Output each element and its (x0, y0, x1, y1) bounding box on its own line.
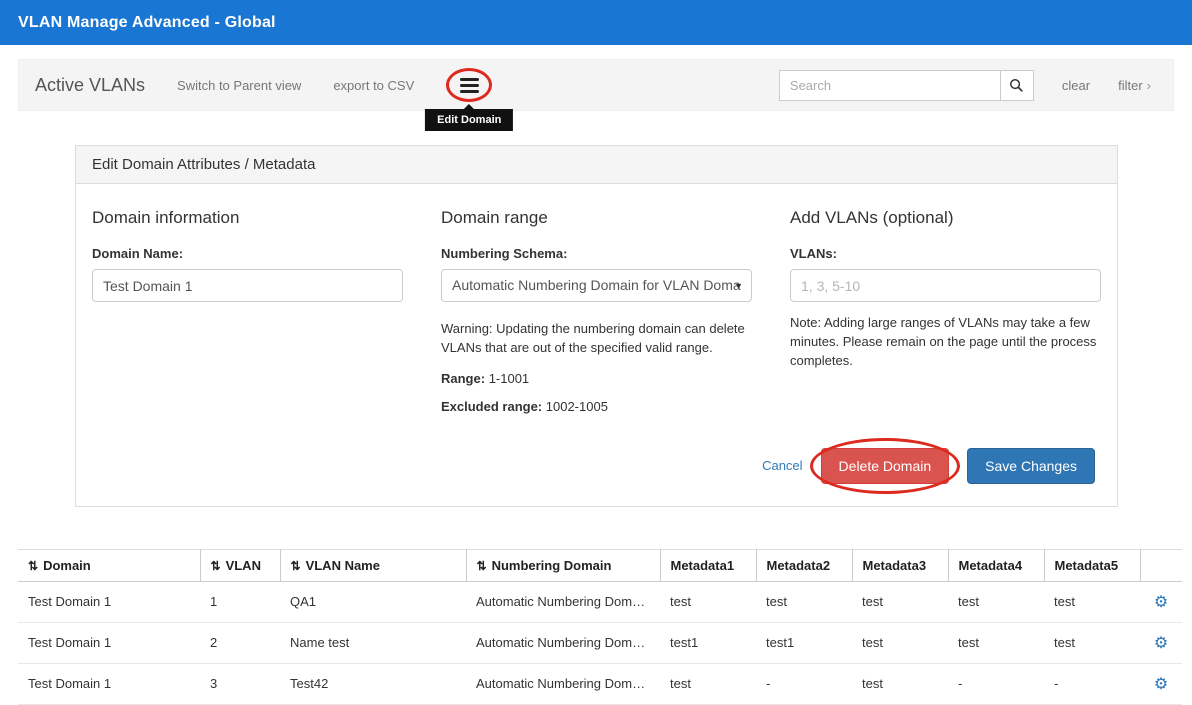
column-header-numbering-domain[interactable]: ⇅Numbering Domain (466, 549, 660, 581)
table-cell: QA1 (280, 581, 466, 622)
edit-domain-menu[interactable]: Edit Domain (446, 67, 492, 103)
search-button[interactable] (1001, 70, 1034, 101)
gear-icon[interactable]: ⚙ (1154, 676, 1168, 693)
panel-actions: Cancel Delete Domain Save Changes (92, 448, 1101, 484)
domain-name-label: Domain Name: (92, 246, 403, 261)
export-csv-link[interactable]: export to CSV (333, 78, 414, 93)
edit-domain-panel: Edit Domain Attributes / Metadata Domain… (75, 145, 1118, 507)
table-row: Test Domain 13Test42Automatic Numbering … (18, 663, 1182, 704)
delete-domain-button[interactable]: Delete Domain (821, 448, 950, 484)
column-header-vlan-name[interactable]: ⇅VLAN Name (280, 549, 466, 581)
range-warning-text: Warning: Updating the numbering domain c… (441, 320, 752, 358)
sort-icon: ⇅ (477, 559, 487, 573)
panel-title: Edit Domain Attributes / Metadata (76, 146, 1117, 184)
clear-link[interactable]: clear (1062, 78, 1090, 93)
excluded-range-line: Excluded range: 1002-1005 (441, 399, 752, 414)
sort-icon: ⇅ (291, 559, 301, 573)
table-cell: test (852, 663, 948, 704)
page-title: VLAN Manage Advanced - Global (18, 14, 276, 32)
table-cell: Test Domain 1 (18, 581, 200, 622)
table-cell: - (756, 663, 852, 704)
sort-icon: ⇅ (28, 559, 38, 573)
sort-icon: ⇅ (211, 559, 221, 573)
numbering-schema-label: Numbering Schema: (441, 246, 752, 261)
vlans-note-text: Note: Adding large ranges of VLANs may t… (790, 314, 1101, 371)
chevron-right-icon: › (1147, 78, 1151, 93)
table-cell: test (660, 663, 756, 704)
search-input[interactable] (779, 70, 1001, 101)
app-header: VLAN Manage Advanced - Global (0, 0, 1192, 45)
toolbar: Active VLANs Switch to Parent view expor… (18, 59, 1174, 111)
vlan-table: ⇅Domain⇅VLAN⇅VLAN Name⇅Numbering DomainM… (18, 549, 1182, 705)
vlan-table-head-row: ⇅Domain⇅VLAN⇅VLAN Name⇅Numbering DomainM… (18, 549, 1182, 581)
domain-information-section: Domain information Domain Name: (92, 200, 403, 414)
domain-range-section: Domain range Numbering Schema: Automatic… (441, 200, 752, 414)
column-header-metadata2: Metadata2 (756, 549, 852, 581)
edit-domain-tooltip: Edit Domain (425, 109, 513, 131)
content-area: Active VLANs Switch to Parent view expor… (0, 59, 1192, 705)
row-actions-cell: ⚙ (1140, 663, 1182, 704)
table-cell: Test42 (280, 663, 466, 704)
gear-icon[interactable]: ⚙ (1154, 635, 1168, 652)
column-header-metadata5: Metadata5 (1044, 549, 1140, 581)
column-header-metadata4: Metadata4 (948, 549, 1044, 581)
range-line: Range: 1-1001 (441, 371, 752, 386)
table-cell: test (1044, 581, 1140, 622)
vlans-label: VLANs: (790, 246, 1101, 261)
search-icon (1009, 78, 1024, 93)
table-cell: 3 (200, 663, 280, 704)
numbering-schema-select[interactable]: Automatic Numbering Domain for VLAN Doma… (441, 269, 752, 302)
table-row: Test Domain 11QA1Automatic Numbering Dom… (18, 581, 1182, 622)
table-cell: - (1044, 663, 1140, 704)
column-header-actions (1140, 549, 1182, 581)
column-header-domain[interactable]: ⇅Domain (18, 549, 200, 581)
gear-icon[interactable]: ⚙ (1154, 594, 1168, 611)
domain-name-input[interactable] (92, 269, 403, 302)
table-cell: - (948, 663, 1044, 704)
domain-range-heading: Domain range (441, 208, 752, 228)
add-vlans-heading: Add VLANs (optional) (790, 208, 1101, 228)
table-cell: Automatic Numbering Doma... (466, 581, 660, 622)
switch-parent-view-link[interactable]: Switch to Parent view (177, 78, 301, 93)
table-cell: Automatic Numbering Doma... (466, 663, 660, 704)
column-header-vlan[interactable]: ⇅VLAN (200, 549, 280, 581)
table-cell: test (660, 581, 756, 622)
cancel-link[interactable]: Cancel (762, 458, 802, 473)
table-cell: test (756, 581, 852, 622)
table-cell: 1 (200, 581, 280, 622)
table-cell: Test Domain 1 (18, 663, 200, 704)
filter-link[interactable]: filter› (1118, 78, 1151, 93)
column-header-metadata1: Metadata1 (660, 549, 756, 581)
domain-info-heading: Domain information (92, 208, 403, 228)
save-changes-button[interactable]: Save Changes (967, 448, 1095, 484)
active-vlans-title: Active VLANs (35, 75, 145, 96)
table-cell: test (852, 581, 948, 622)
add-vlans-section: Add VLANs (optional) VLANs: Note: Adding… (790, 200, 1101, 414)
table-cell: test (948, 581, 1044, 622)
vlans-input[interactable] (790, 269, 1101, 302)
hamburger-icon[interactable] (460, 78, 479, 93)
chevron-down-icon: ▼ (734, 281, 743, 291)
row-actions-cell: ⚙ (1140, 581, 1182, 622)
column-header-metadata3: Metadata3 (852, 549, 948, 581)
